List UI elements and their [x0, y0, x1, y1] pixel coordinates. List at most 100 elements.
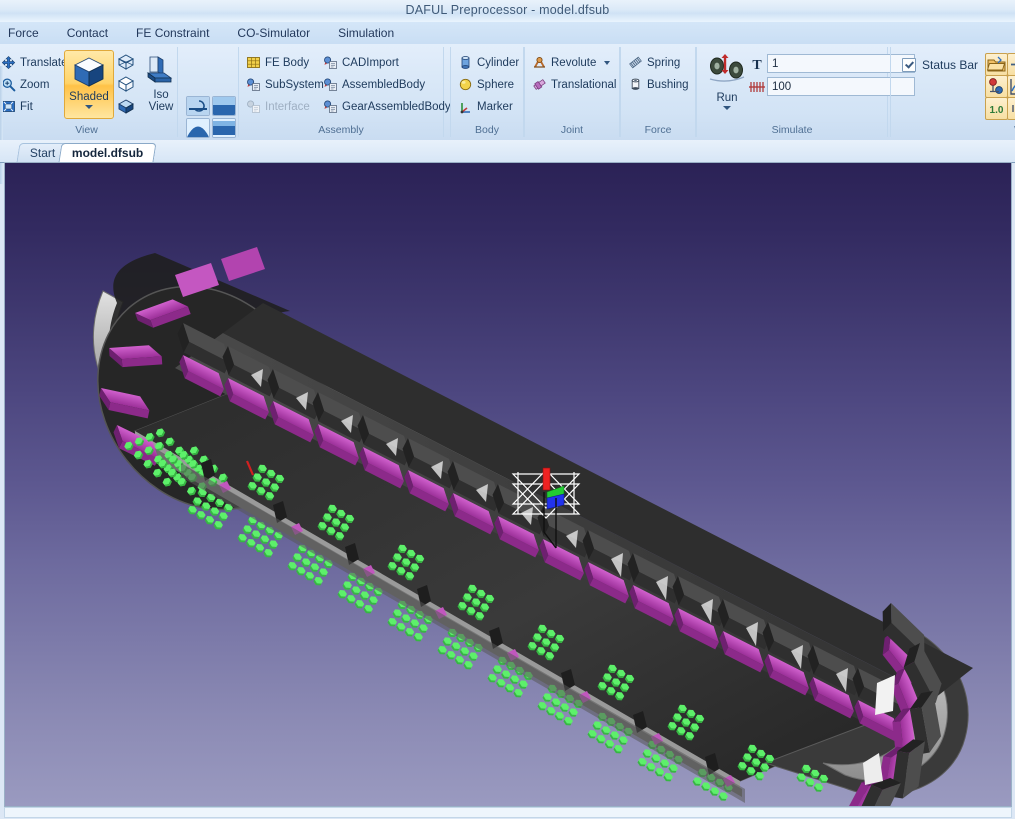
ribbon-group-window: Status Bar 1.0: [890, 47, 1015, 137]
subsystem-button[interactable]: SubSystem: [245, 76, 327, 93]
menu-item-contact[interactable]: Contact: [53, 23, 122, 43]
run-button-label: Run: [716, 92, 738, 104]
view-preset-top-button[interactable]: [186, 96, 210, 116]
cylinder-button[interactable]: Cylinder: [457, 54, 522, 71]
menu-item-fe-constraint[interactable]: FE Constraint: [122, 23, 223, 43]
spring-button[interactable]: Spring: [627, 54, 683, 71]
run-button[interactable]: Run: [703, 50, 751, 114]
cylinder-icon: [458, 55, 473, 70]
shaded-cube-small-button[interactable]: [115, 95, 137, 117]
menu-item-simulation[interactable]: Simulation: [324, 23, 408, 43]
chevron-down-icon[interactable]: [85, 105, 93, 109]
zoom-icon: [1, 77, 16, 92]
fit-button[interactable]: Fit: [0, 98, 36, 115]
translational-joint-label: Translational: [551, 78, 617, 91]
ribbon-toolbar: Translate Zoom Fit Shaded Iso View View …: [0, 44, 1015, 184]
fe-body-button[interactable]: FE Body: [245, 54, 312, 71]
application-window: DAFUL Preprocessor - model.dfsub Force C…: [0, 0, 1015, 819]
gear-assembled-body-icon: [323, 99, 338, 114]
status-bar-checkbox[interactable]: [902, 58, 916, 72]
number-format-button[interactable]: 1.0: [985, 97, 1008, 120]
revolute-dropdown-chevron-down-icon[interactable]: [604, 60, 611, 65]
ribbon-group-joint: Revolute Translational Joint: [524, 47, 620, 137]
tab-start-label: Start: [29, 146, 56, 160]
spring-icon: [628, 55, 643, 70]
view-preset-front-button[interactable]: [212, 96, 236, 116]
fit-label: Fit: [20, 100, 33, 113]
view-preset-back-button[interactable]: [212, 118, 236, 138]
svg-text:T: T: [752, 58, 762, 72]
wireframe-cube-button[interactable]: [115, 51, 137, 73]
menu-item-force[interactable]: Force: [0, 23, 53, 43]
fe-body-icon: [246, 55, 261, 70]
iso-view-label-line2: View: [148, 101, 174, 113]
ribbon-group-force-label: Force: [621, 122, 695, 136]
sphere-button[interactable]: Sphere: [457, 76, 517, 93]
translational-joint-button[interactable]: Translational: [531, 76, 619, 93]
spring-label: Spring: [647, 56, 681, 69]
bushing-button[interactable]: Bushing: [627, 76, 692, 93]
bushing-label: Bushing: [647, 78, 689, 91]
translate-button[interactable]: Translate: [0, 54, 71, 71]
bushing-icon: [628, 77, 643, 92]
revolute-joint-button[interactable]: Revolute: [531, 54, 613, 71]
axis-z: [542, 467, 551, 491]
marker-pin-button[interactable]: [985, 75, 1008, 98]
revolute-joint-icon: [532, 55, 547, 70]
curve-plot-button[interactable]: [1007, 75, 1015, 98]
3d-model-viewport[interactable]: [4, 162, 1012, 807]
interface-label: Interface: [265, 100, 310, 113]
translate-label: Translate: [20, 56, 68, 69]
shaded-cube-icon: [71, 54, 107, 90]
tab-model-dfsub[interactable]: model.dfsub: [58, 143, 157, 162]
viewport-model-canvas: [5, 163, 1011, 806]
zoom-button[interactable]: Zoom: [0, 76, 52, 93]
interface-button[interactable]: Interface: [245, 98, 313, 115]
iso-view-button[interactable]: Iso View: [140, 50, 182, 117]
shaded-button[interactable]: Shaded: [64, 50, 114, 119]
document-tab-strip: Start model.dfsub: [0, 140, 1015, 163]
run-dropdown-chevron-down-icon[interactable]: [723, 106, 731, 110]
fe-body-label: FE Body: [265, 56, 310, 69]
ribbon-group-view-label: View: [0, 122, 177, 136]
hidden-line-cube-button[interactable]: [115, 73, 137, 95]
assembled-body-label: AssembledBody: [342, 78, 426, 91]
title-bar: DAFUL Preprocessor - model.dfsub: [0, 0, 1015, 23]
open-folder-button[interactable]: [985, 53, 1008, 76]
assembled-body-button[interactable]: AssembledBody: [322, 76, 428, 93]
view-preset-right-button[interactable]: [186, 118, 210, 138]
menu-item-co-simulator[interactable]: CO-Simulator: [223, 23, 324, 43]
ribbon-left-clipped-edge: [0, 66, 3, 184]
marker-icon: [458, 99, 473, 114]
run-icon: [708, 53, 746, 91]
time-icon: T: [749, 56, 765, 72]
shaded-cube-small-icon: [116, 96, 136, 116]
assembled-body-icon: [323, 77, 338, 92]
add-plus-button[interactable]: [1007, 53, 1015, 76]
cad-import-button[interactable]: CADImport: [322, 54, 402, 71]
zoom-label: Zoom: [20, 78, 50, 91]
iso-view-icon: [144, 54, 178, 88]
cad-import-label: CADImport: [342, 56, 399, 69]
translational-joint-icon: [532, 77, 547, 92]
gear-assembled-body-button[interactable]: GearAssembledBody: [322, 98, 454, 115]
menu-bar: Force Contact FE Constraint CO-Simulator…: [0, 22, 1015, 45]
ribbon-group-assembly-label: Assembly: [239, 122, 443, 136]
sphere-icon: [458, 77, 473, 92]
subsystem-icon: [246, 77, 261, 92]
wireframe-cube-icon: [116, 52, 136, 72]
marker-button[interactable]: Marker: [457, 98, 516, 115]
status-bar-checkbox-row[interactable]: Status Bar: [902, 58, 978, 72]
gear-assembled-body-label: GearAssembledBody: [342, 100, 451, 113]
window-title: DAFUL Preprocessor - model.dfsub: [405, 3, 610, 17]
tab-model-dfsub-label: model.dfsub: [71, 146, 144, 160]
marker-label: Marker: [477, 100, 513, 113]
ribbon-group-simulate: Run T Simu: [696, 47, 915, 137]
ribbon-group-body: Cylinder Sphere Marker Body: [450, 47, 524, 137]
sphere-label: Sphere: [477, 78, 515, 91]
shaded-button-label: Shaded: [69, 91, 109, 103]
translate-icon: [1, 55, 16, 70]
status-bar-label: Status Bar: [922, 58, 979, 72]
ribbon-group-window-label: W: [891, 122, 1015, 136]
sound-wave-button[interactable]: [1007, 97, 1015, 120]
